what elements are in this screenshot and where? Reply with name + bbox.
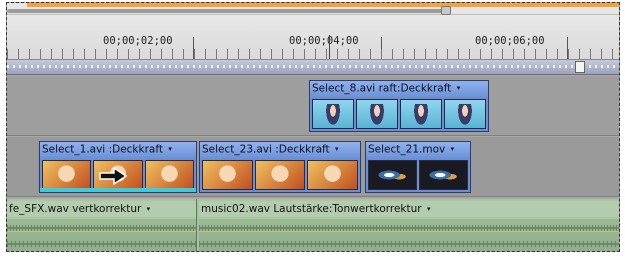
clip-effect: raft:Deckkraft: [378, 82, 452, 95]
dropdown-icon[interactable]: ▾: [335, 145, 339, 153]
video-track-2: Select_8.avi raft:Deckkraft ▾: [7, 76, 619, 136]
ruler-minor-ticks: [7, 49, 619, 59]
clip-name: Select_21.mov: [368, 143, 446, 156]
dropdown-icon[interactable]: ▾: [168, 145, 172, 153]
clip-name: Select_23.avi: [202, 143, 272, 156]
thumbnail: [419, 160, 468, 190]
audio-clip-music02[interactable]: music02.wav Lautstärke:Tonwertkorrektur …: [199, 199, 619, 251]
clip-select-1[interactable]: Select_1.avi :Deckkraft ▾: [39, 141, 197, 193]
waveform-channel: [199, 243, 619, 245]
clip-thumbnails: [310, 97, 488, 131]
thumbnail: [42, 160, 92, 190]
video-track-1: Select_1.avi :Deckkraft ▾ Select_23.avi …: [7, 137, 619, 197]
clip-effect: vertkorrektur: [72, 203, 142, 215]
waveform-channel: [199, 227, 619, 229]
clip-header[interactable]: music02.wav Lautstärke:Tonwertkorrektur …: [199, 201, 619, 217]
thumbnail: [202, 160, 253, 190]
clip-header[interactable]: Select_21.mov ▾: [366, 142, 470, 158]
ruler-dots: [7, 65, 619, 68]
timecode-label: 00;00;06;00: [475, 35, 545, 47]
thumbnail: [254, 160, 306, 190]
audio-waveform: [199, 219, 619, 251]
waveform-channel: [7, 227, 196, 229]
timecode-label: 00;00;02;00: [103, 35, 173, 47]
volume-line[interactable]: [7, 231, 196, 232]
transition-arrow-icon[interactable]: [98, 164, 128, 188]
work-area-end-handle[interactable]: [441, 6, 451, 15]
clip-header[interactable]: fe_SFX.wav vertkorrektur ▾: [7, 201, 196, 217]
playhead-icon[interactable]: [575, 61, 585, 73]
audio-waveform: [7, 219, 196, 251]
audio-clip-sfx[interactable]: fe_SFX.wav vertkorrektur ▾: [7, 199, 197, 251]
clip-select-21[interactable]: Select_21.mov ▾: [365, 141, 471, 193]
dropdown-icon[interactable]: ▾: [451, 145, 455, 153]
clip-header[interactable]: Select_1.avi :Deckkraft ▾: [40, 142, 196, 158]
thumbnail: [356, 99, 398, 129]
timecode-label: 00;00;04;00: [289, 35, 359, 47]
waveform-channel: [7, 243, 196, 245]
dropdown-icon[interactable]: ▾: [457, 84, 461, 92]
work-area-track[interactable]: [7, 9, 447, 13]
dropdown-icon[interactable]: ▾: [427, 205, 431, 213]
clip-thumbnails: [200, 158, 360, 192]
dropdown-icon[interactable]: ▾: [147, 205, 151, 213]
clip-select-23[interactable]: Select_23.avi :Deckkraft ▾: [199, 141, 361, 193]
clip-effect: :Deckkraft: [275, 143, 330, 156]
clip-name: music02.wav: [201, 203, 270, 215]
thumbnail: [400, 99, 442, 129]
thumbnail: [307, 160, 359, 190]
zoom-scroll-bar[interactable]: [7, 59, 619, 75]
thumbnail: [444, 99, 486, 129]
clip-name: fe_SFX.wav: [9, 203, 69, 215]
audio-track-1: fe_SFX.wav vertkorrektur ▾ music02.wav L…: [7, 199, 619, 251]
timeline-panel: 00;00;02;00 00;00;04;00 00;00;06;00 Sele…: [6, 2, 620, 252]
thumbnail: [368, 160, 417, 190]
work-area-highlight: [27, 3, 619, 7]
transition-band: [40, 188, 196, 192]
work-area-bar[interactable]: [7, 3, 619, 15]
clip-select-8[interactable]: Select_8.avi raft:Deckkraft ▾: [309, 80, 489, 132]
thumbnail: [312, 99, 354, 129]
time-ruler[interactable]: 00;00;02;00 00;00;04;00 00;00;06;00: [7, 3, 619, 75]
clip-name: Select_1.avi: [42, 143, 106, 156]
clip-name: Select_8.avi: [312, 82, 376, 95]
clip-header[interactable]: Select_8.avi raft:Deckkraft ▾: [310, 81, 488, 97]
volume-line[interactable]: [199, 231, 619, 232]
clip-effect: Lautstärke:Tonwertkorrektur: [273, 203, 422, 215]
clip-thumbnails: [366, 158, 470, 192]
clip-effect: :Deckkraft: [108, 143, 163, 156]
clip-header[interactable]: Select_23.avi :Deckkraft ▾: [200, 142, 360, 158]
thumbnail: [144, 160, 194, 190]
